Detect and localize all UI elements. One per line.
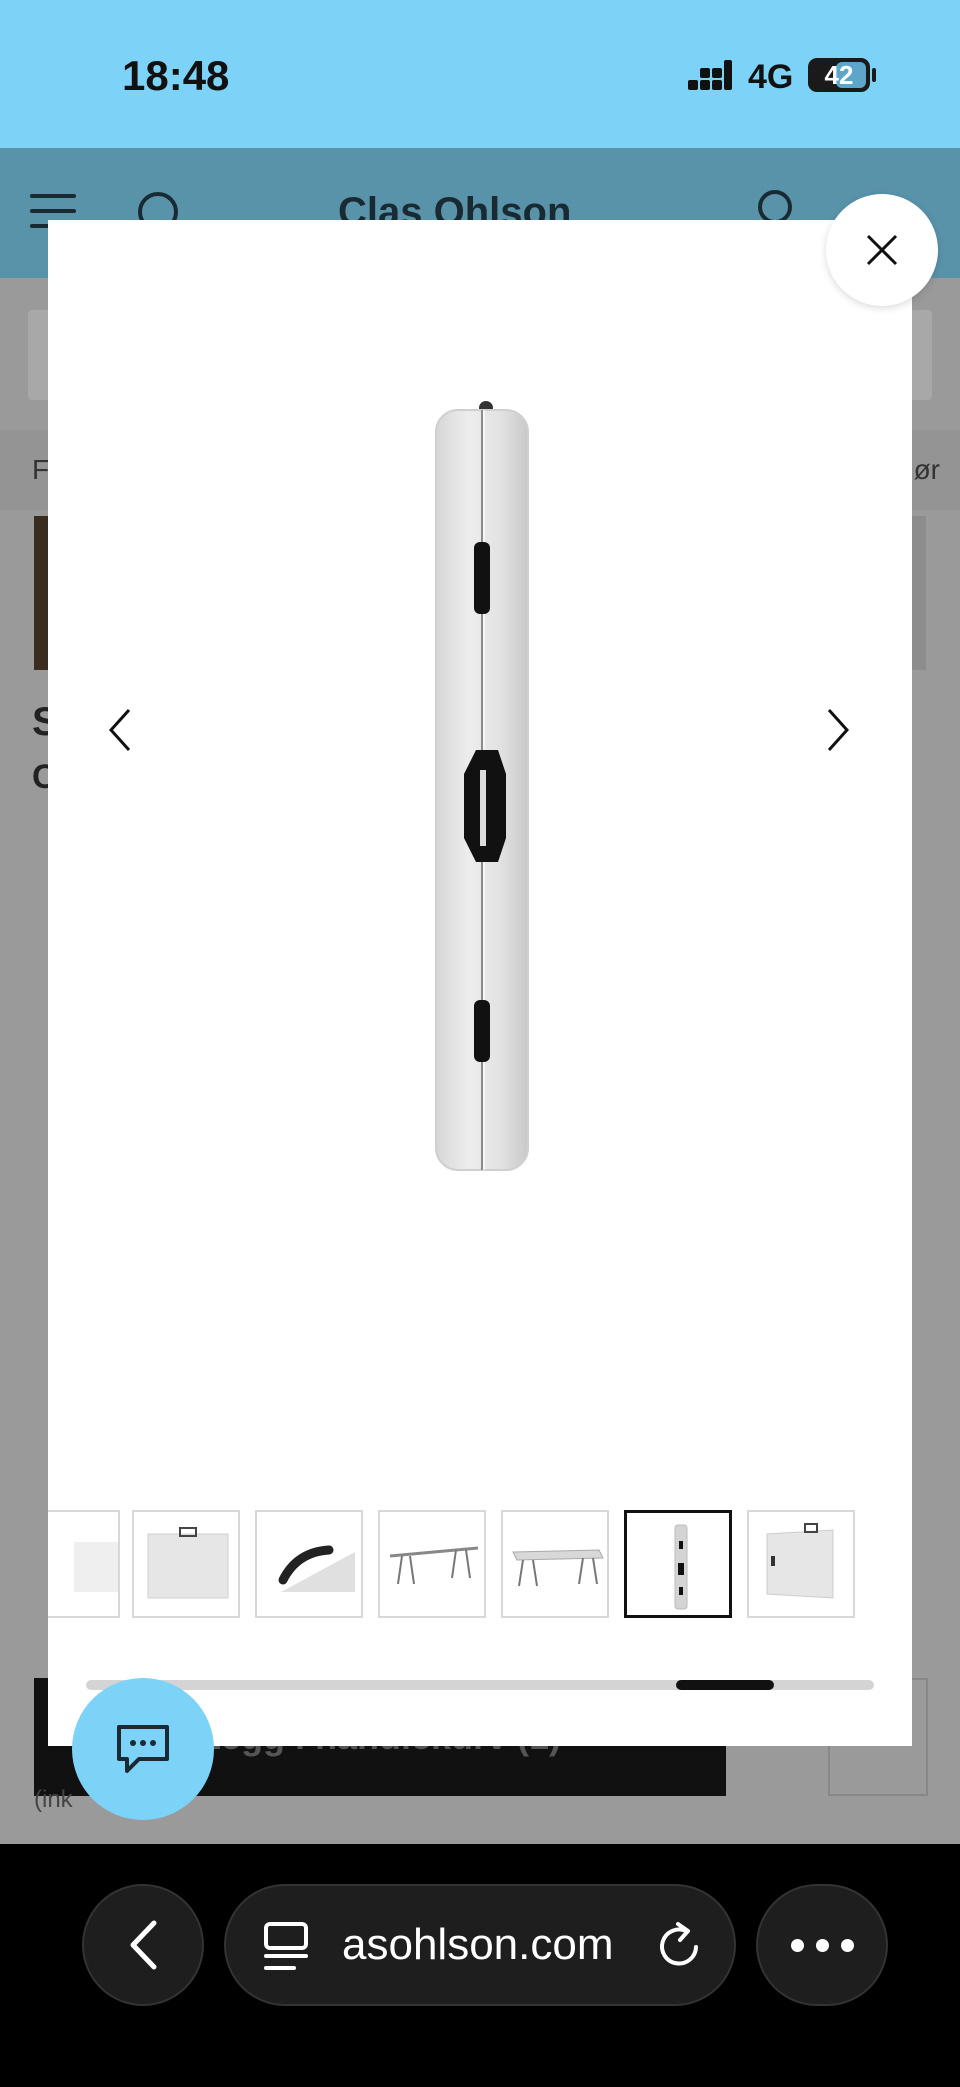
scrollbar-thumb[interactable]	[676, 1680, 774, 1690]
more-dot	[790, 1938, 804, 1952]
chevron-left-icon	[130, 1920, 157, 1970]
background-price-note: (ink	[34, 1786, 73, 1813]
background-card	[912, 516, 926, 670]
browser-back-button[interactable]	[82, 1884, 204, 2006]
account-icon[interactable]	[758, 190, 792, 224]
thumbnail-scrollbar[interactable]	[86, 1680, 874, 1690]
close-button[interactable]	[826, 194, 938, 306]
close-icon	[866, 234, 898, 266]
chevron-right-icon	[827, 708, 850, 752]
thumbnail-5[interactable]	[624, 1510, 732, 1618]
address-bar[interactable]: asohlson.com	[224, 1884, 736, 2006]
thumbnail-4[interactable]	[501, 1510, 609, 1618]
battery-percent: 42	[824, 59, 854, 90]
network-type: 4G	[748, 58, 794, 96]
next-image-button[interactable]	[818, 700, 858, 760]
more-dot	[815, 1938, 829, 1952]
thumbnail-1[interactable]	[132, 1510, 240, 1618]
battery-icon: 42	[808, 58, 870, 92]
url-text: asohlson.com	[342, 1920, 614, 1969]
clock: 18:48	[122, 52, 230, 99]
chevron-left-icon	[108, 708, 131, 752]
browser-toolbar: asohlson.com	[0, 1844, 960, 2087]
thumbnail-3[interactable]	[378, 1510, 486, 1618]
more-dot	[840, 1938, 854, 1952]
tabs-icon	[264, 1922, 308, 1970]
more-button[interactable]	[756, 1884, 888, 2006]
reload-icon[interactable]	[652, 1920, 706, 1974]
thumbnail-6[interactable]	[747, 1510, 855, 1618]
thumbnail-2[interactable]	[255, 1510, 363, 1618]
thumbnail-strip	[48, 1510, 912, 1620]
status-bar: 18:48 4G 42	[0, 0, 960, 148]
background-filter-label: F	[32, 454, 50, 485]
product-image	[435, 401, 529, 1171]
chat-button[interactable]	[72, 1678, 214, 1820]
chat-bubble-icon	[117, 1725, 169, 1773]
thumbnail-0[interactable]	[48, 1510, 120, 1618]
previous-image-button[interactable]	[100, 700, 140, 760]
battery-tip	[872, 68, 876, 82]
signal-icon	[688, 60, 732, 90]
